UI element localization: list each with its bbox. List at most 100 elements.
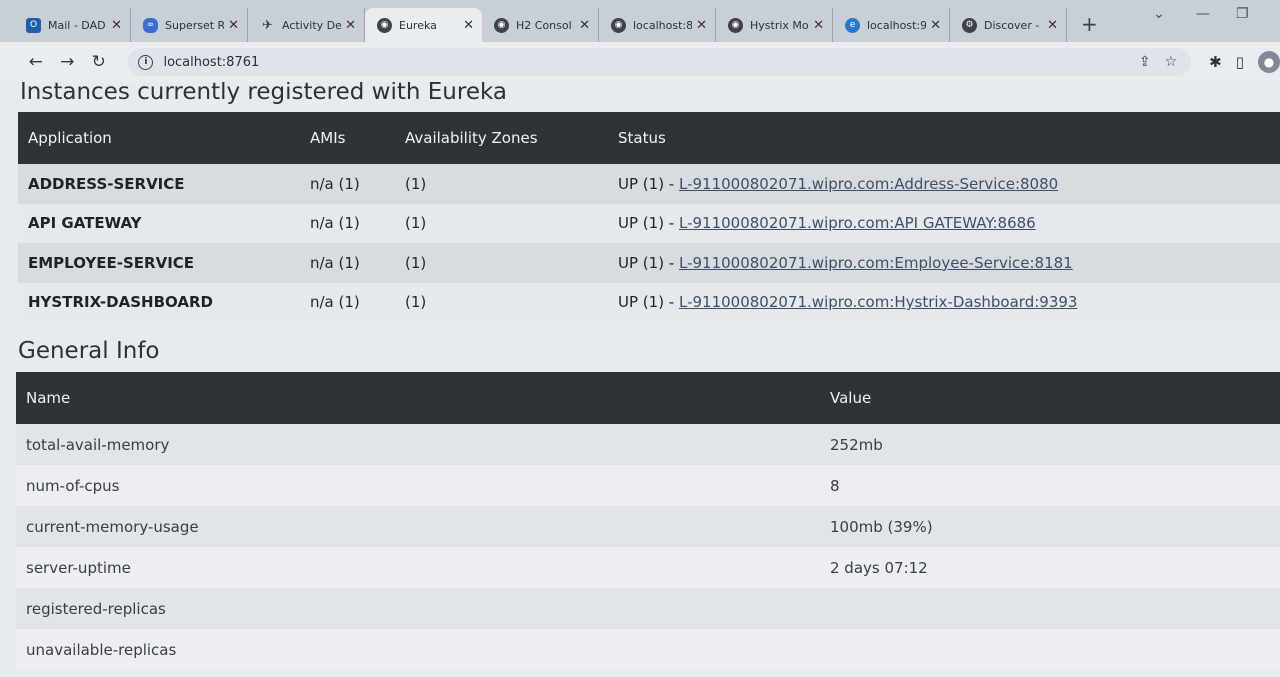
status-cell: UP (1) - L-911000802071.wipro.com:Hystri… — [608, 282, 1280, 322]
info-name: num-of-cpus — [16, 465, 820, 506]
tab-hystrix[interactable]: ◉ Hystrix Mo ✕ — [716, 8, 833, 42]
sidebar-icon[interactable]: ▯ — [1236, 53, 1244, 71]
tab-title: Mail - DAD — [48, 18, 106, 32]
close-icon[interactable]: ✕ — [345, 18, 356, 33]
close-icon[interactable]: ✕ — [111, 18, 122, 33]
forward-icon[interactable]: → — [51, 52, 82, 72]
tab-title: Superset R — [165, 18, 225, 32]
close-icon[interactable]: ✕ — [228, 18, 239, 33]
table-row: HYSTRIX-DASHBOARD n/a (1) (1) UP (1) - L… — [18, 282, 1280, 322]
instance-link[interactable]: L-911000802071.wipro.com:Address-Service… — [679, 175, 1058, 193]
tab-localhost-9[interactable]: e localhost:9 ✕ — [833, 8, 950, 42]
table-row: unavailable-replicas — [16, 629, 1280, 670]
info-icon[interactable]: i — [138, 54, 154, 70]
column-header-status: Status — [608, 112, 1280, 164]
instance-link[interactable]: L-911000802071.wipro.com:Hystrix-Dashboa… — [679, 293, 1077, 311]
column-header-name: Name — [16, 372, 820, 424]
status-text: UP (1) - — [618, 214, 679, 233]
table-row: registered-replicas — [16, 588, 1280, 629]
application-name: HYSTRIX-DASHBOARD — [18, 282, 300, 322]
info-value — [820, 629, 1280, 670]
superset-icon: ∞ — [143, 17, 158, 33]
registered-instances-heading: Instances currently registered with Eure… — [20, 82, 507, 105]
globe-icon: ◉ — [728, 17, 743, 33]
table-row: num-of-cpus 8 — [16, 465, 1280, 506]
status-cell: UP (1) - L-911000802071.wipro.com:API GA… — [608, 203, 1280, 243]
instance-link[interactable]: L-911000802071.wipro.com:API GATEWAY:868… — [679, 214, 1036, 232]
tab-localhost-8[interactable]: ◉ localhost:8 ✕ — [599, 8, 716, 42]
globe-icon: ◉ — [611, 17, 626, 33]
close-icon[interactable]: ✕ — [579, 18, 590, 33]
status-cell: UP (1) - L-911000802071.wipro.com:Addres… — [608, 164, 1280, 204]
status-text: UP (1) - — [618, 293, 679, 312]
outlook-icon: O — [26, 17, 41, 33]
amis-value: n/a (1) — [300, 282, 395, 322]
general-info-heading: General Info — [18, 338, 160, 364]
column-header-value: Value — [820, 372, 1280, 424]
table-row: total-avail-memory 252mb — [16, 424, 1280, 465]
restore-icon[interactable]: ❐ — [1236, 6, 1249, 22]
back-icon[interactable]: ← — [20, 52, 51, 72]
tab-strip: O Mail - DAD ✕ ∞ Superset R ✕ ✈ Activity… — [0, 0, 1280, 42]
tab-title: H2 Consol — [516, 18, 572, 32]
zones-value: (1) — [395, 243, 608, 283]
info-value: 100mb (39%) — [820, 506, 1280, 547]
close-icon[interactable]: ✕ — [463, 18, 474, 33]
column-header-amis: AMIs — [300, 112, 395, 164]
application-name: EMPLOYEE-SERVICE — [18, 243, 300, 283]
instance-link[interactable]: L-911000802071.wipro.com:Employee-Servic… — [679, 254, 1073, 272]
tab-title: localhost:8 — [633, 18, 693, 32]
tab-superset[interactable]: ∞ Superset R ✕ — [131, 8, 248, 42]
column-header-availability-zones: Availability Zones — [395, 112, 608, 164]
table-row: API GATEWAY n/a (1) (1) UP (1) - L-91100… — [18, 203, 1280, 243]
general-info-table: Name Value total-avail-memory 252mb num-… — [16, 372, 1280, 670]
tab-search-icon[interactable]: ⌄ — [1153, 6, 1165, 22]
close-icon[interactable]: ✕ — [696, 18, 707, 33]
tab-h2-console[interactable]: ◉ H2 Consol ✕ — [482, 8, 599, 42]
info-value — [820, 588, 1280, 629]
application-name: API GATEWAY — [18, 203, 300, 243]
url-text[interactable]: localhost:8761 — [163, 55, 259, 70]
edge-icon: e — [845, 17, 860, 33]
status-text: UP (1) - — [618, 253, 679, 272]
info-name: current-memory-usage — [16, 506, 820, 547]
table-row: server-uptime 2 days 07:12 — [16, 547, 1280, 588]
info-value: 252mb — [820, 424, 1280, 465]
instances-table: Application AMIs Availability Zones Stat… — [18, 112, 1280, 322]
info-value: 8 — [820, 465, 1280, 506]
tab-mail[interactable]: O Mail - DAD ✕ — [14, 8, 131, 42]
globe-icon: ◉ — [494, 17, 509, 33]
share-icon[interactable]: ⇪ — [1139, 54, 1151, 70]
info-value: 2 days 07:12 — [820, 547, 1280, 588]
tab-activity[interactable]: ✈ Activity De ✕ — [248, 8, 365, 42]
info-name: unavailable-replicas — [16, 629, 820, 670]
close-icon[interactable]: ✕ — [813, 18, 824, 33]
address-bar[interactable]: i localhost:8761 ⇪ ☆ — [128, 48, 1192, 76]
close-icon[interactable]: ✕ — [930, 18, 941, 33]
reload-icon[interactable]: ↻ — [83, 52, 114, 72]
eureka-page: Instances currently registered with Eure… — [0, 82, 1280, 677]
amis-value: n/a (1) — [300, 243, 395, 283]
table-header-row: Application AMIs Availability Zones Stat… — [18, 112, 1280, 164]
tab-title: localhost:9 — [867, 18, 927, 32]
tab-title: Hystrix Mo — [750, 18, 809, 32]
tab-eureka[interactable]: ◉ Eureka ✕ — [365, 8, 482, 42]
zones-value: (1) — [395, 164, 608, 204]
minimize-icon[interactable]: — — [1196, 6, 1210, 22]
table-row: current-memory-usage 100mb (39%) — [16, 506, 1280, 547]
browser-toolbar: ← → ↻ i localhost:8761 ⇪ ☆ ✱ ▯ ● — [0, 42, 1280, 82]
close-icon[interactable]: ✕ — [1047, 18, 1058, 33]
tab-discover[interactable]: ⚙ Discover - ✕ — [950, 8, 1067, 42]
info-name: server-uptime — [16, 547, 820, 588]
amis-value: n/a (1) — [300, 203, 395, 243]
gear-icon: ⚙ — [962, 17, 977, 33]
table-header-row: Name Value — [16, 372, 1280, 424]
extensions-icon[interactable]: ✱ — [1209, 53, 1222, 71]
status-cell: UP (1) - L-911000802071.wipro.com:Employ… — [608, 243, 1280, 283]
info-name: registered-replicas — [16, 588, 820, 629]
tab-title: Activity De — [282, 18, 342, 32]
profile-avatar-icon[interactable]: ● — [1258, 51, 1280, 73]
table-row: ADDRESS-SERVICE n/a (1) (1) UP (1) - L-9… — [18, 164, 1280, 204]
bookmark-star-icon[interactable]: ☆ — [1165, 54, 1178, 70]
new-tab-icon[interactable]: + — [1081, 12, 1098, 36]
